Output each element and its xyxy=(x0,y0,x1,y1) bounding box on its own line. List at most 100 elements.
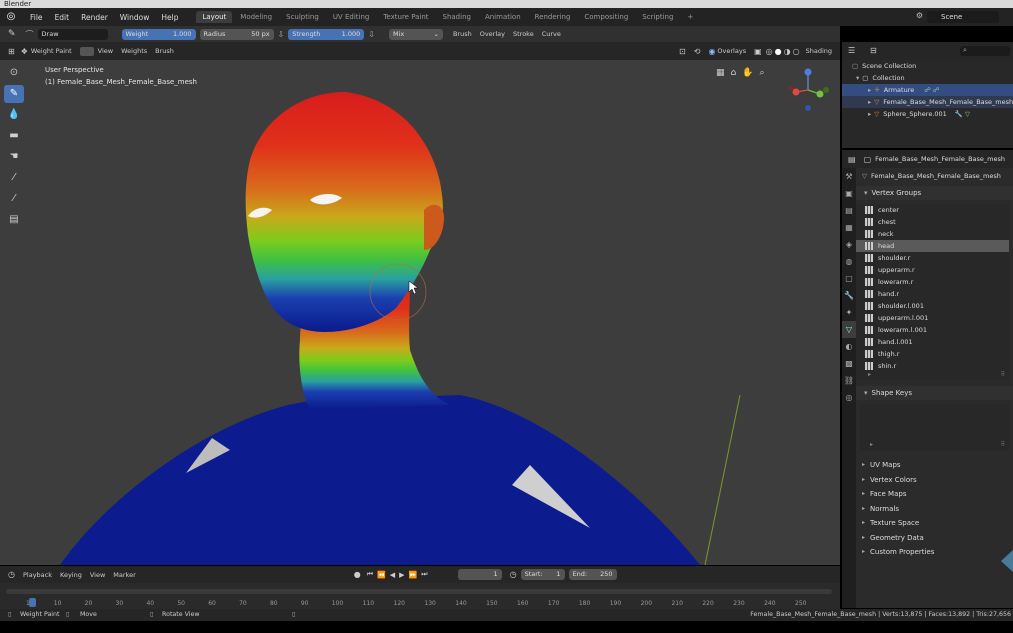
shading-dropdown[interactable]: Shading xyxy=(806,47,832,55)
constraint-tab-icon[interactable]: ⛓ xyxy=(842,372,856,389)
workspace-tab-rendering[interactable]: Rendering xyxy=(529,11,577,23)
overlays-icon[interactable]: ◉ xyxy=(708,47,715,56)
collection-row[interactable]: ▾ ▢ Collection xyxy=(842,72,1013,84)
menu-help[interactable]: Help xyxy=(155,13,184,22)
vertex-group-item-selected[interactable]: head xyxy=(856,240,1009,252)
expand-right-icon[interactable]: ▸ xyxy=(868,84,871,96)
material-tab-icon[interactable]: ◐ xyxy=(842,338,856,355)
tool-tab-icon[interactable]: ⚒ xyxy=(842,168,856,185)
play-reverse-icon[interactable]: ◀ xyxy=(390,571,395,579)
vertex-group-item[interactable]: thigh.r xyxy=(856,348,1009,360)
average-brush-icon[interactable]: ▬ xyxy=(4,127,24,145)
gizmo-neg-x-axis[interactable] xyxy=(788,85,794,91)
outliner-search-input[interactable]: ⌕ xyxy=(960,46,1010,56)
shape-keys-list[interactable]: ▸ ⠿ xyxy=(860,404,1009,450)
select-cursor-icon[interactable]: ⊙ xyxy=(4,64,24,82)
sample-group-icon[interactable]: ⁄ xyxy=(4,190,24,208)
view-layer-tab-icon[interactable]: ▦ xyxy=(842,219,856,236)
uv-maps-panel-header[interactable]: UV Maps xyxy=(856,458,1013,473)
workspace-tab-shading[interactable]: Shading xyxy=(437,11,477,23)
gizmo-z-axis[interactable] xyxy=(804,68,812,76)
display-mode-icon[interactable]: ⊟ xyxy=(870,46,877,55)
curve-menu[interactable]: Curve xyxy=(542,30,561,38)
workspace-tab-sculpting[interactable]: Sculpting xyxy=(280,11,325,23)
jump-keyframe-forward-icon[interactable]: ⏩ xyxy=(409,571,418,579)
blur-brush-icon[interactable]: 💧 xyxy=(4,106,24,124)
gizmo-neg-y-axis[interactable] xyxy=(823,87,829,93)
gizmo-x-axis[interactable] xyxy=(792,88,800,96)
vertex-group-item[interactable]: upperarm.l.001 xyxy=(856,312,1009,324)
preview-range-clock-icon[interactable]: ◷ xyxy=(510,570,517,579)
overlay-menu[interactable]: Overlay xyxy=(480,30,505,38)
playhead-marker[interactable] xyxy=(29,598,36,607)
editor-type-icon[interactable]: ⊞ xyxy=(8,47,15,56)
output-tab-icon[interactable]: ▤ xyxy=(842,202,856,219)
current-frame-field[interactable]: 1 xyxy=(457,569,502,580)
menu-edit[interactable]: Edit xyxy=(49,13,76,22)
rendered-shading-icon[interactable]: ○ xyxy=(793,47,800,56)
jump-start-icon[interactable]: ⏮ xyxy=(367,570,373,579)
vertex-group-item[interactable]: shoulder.l.001 xyxy=(856,300,1009,312)
blender-logo-icon[interactable]: ◎ xyxy=(4,10,18,24)
mesh-data-tab-icon[interactable]: ▽ xyxy=(842,321,856,338)
draw-brush-icon[interactable]: ✎ xyxy=(4,85,24,103)
vertex-groups-list[interactable]: center chest neck head shoulder.r uppera… xyxy=(856,204,1009,380)
list-expand-icon[interactable]: ▸ xyxy=(868,371,871,378)
add-workspace-button[interactable]: + xyxy=(681,11,699,23)
xray-toggle-icon[interactable]: ▣ xyxy=(754,47,762,56)
solid-shading-icon[interactable]: ● xyxy=(775,47,782,56)
radius-pressure-icon[interactable]: ⇩ xyxy=(278,30,285,39)
zoom-icon[interactable]: ⌕ xyxy=(759,68,764,78)
vertex-group-item[interactable]: shoulder.r xyxy=(856,252,1009,264)
scene-icon[interactable]: ⚙ xyxy=(916,11,923,20)
viewport-menu-brush[interactable]: Brush xyxy=(155,47,174,55)
overlays-dropdown[interactable]: Overlays xyxy=(717,47,746,55)
list-resize-handle-icon[interactable]: ⠿ xyxy=(1001,371,1005,378)
timeline-menu-marker[interactable]: Marker xyxy=(113,571,135,579)
vertex-colors-panel-header[interactable]: Vertex Colors xyxy=(856,473,1013,488)
modifier-tab-icon[interactable]: 🔧 xyxy=(842,287,856,304)
outliner-item-female-mesh[interactable]: ▸ ▽ Female_Base_Mesh_Female_Base_mesh xyxy=(842,96,1013,108)
workspace-tab-layout[interactable]: Layout xyxy=(196,11,233,23)
strength-pressure-icon[interactable]: ⇩ xyxy=(368,30,375,39)
end-frame-field[interactable]: End: 250 xyxy=(568,569,617,580)
menu-render[interactable]: Render xyxy=(75,13,114,22)
custom-properties-panel-header[interactable]: Custom Properties xyxy=(856,545,1013,560)
workspace-tab-animation[interactable]: Animation xyxy=(479,11,527,23)
viewport-menu-weights[interactable]: Weights xyxy=(121,47,147,55)
toggle-camera-icon[interactable]: ▦ xyxy=(716,68,725,78)
timeline-menu-keying[interactable]: Keying xyxy=(60,571,82,579)
stroke-menu[interactable]: Stroke xyxy=(513,30,534,38)
gizmo-y-axis[interactable] xyxy=(816,90,824,98)
jump-keyframe-back-icon[interactable]: ⏪ xyxy=(377,571,386,579)
geometry-data-panel-header[interactable]: Geometry Data xyxy=(856,531,1013,546)
vertex-groups-panel-header[interactable]: ▾ Vertex Groups xyxy=(856,186,1013,200)
vertex-group-item[interactable]: upperarm.r xyxy=(856,264,1009,276)
vertex-group-item[interactable]: hand.r xyxy=(856,288,1009,300)
vertex-group-item[interactable]: shin.r xyxy=(856,360,1009,372)
vertex-group-item[interactable]: center xyxy=(856,204,1009,216)
3d-viewport[interactable] xyxy=(0,60,840,565)
expand-right-icon[interactable]: ▸ xyxy=(868,96,871,108)
workspace-tab-scripting[interactable]: Scripting xyxy=(636,11,679,23)
vertex-group-item[interactable]: lowerarm.r xyxy=(856,276,1009,288)
mode-selector[interactable]: Weight Paint xyxy=(31,47,72,55)
weight-slider[interactable]: Weight 1.000 xyxy=(121,28,196,40)
expand-down-icon[interactable]: ▾ xyxy=(856,72,859,84)
menu-window[interactable]: Window xyxy=(114,13,156,22)
texture-space-panel-header[interactable]: Texture Space xyxy=(856,516,1013,531)
timeline-editor-icon[interactable]: ◷ xyxy=(8,570,15,579)
vertex-group-item[interactable]: chest xyxy=(856,216,1009,228)
normals-panel-header[interactable]: Normals xyxy=(856,502,1013,517)
gizmo-neg-z-axis[interactable] xyxy=(805,105,811,111)
list-expand-icon[interactable]: ▸ xyxy=(870,441,873,448)
timeline-menu-playback[interactable]: Playback xyxy=(23,571,52,579)
outliner-item-armature[interactable]: ▸ ✛ Armature ☍ ☍ xyxy=(842,84,1013,96)
shape-keys-panel-header[interactable]: ▾ Shape Keys xyxy=(856,386,1013,400)
sidebar-toggle-arrow-icon[interactable] xyxy=(1001,550,1013,572)
vertex-group-item[interactable]: neck xyxy=(856,228,1009,240)
workspace-tab-compositing[interactable]: Compositing xyxy=(578,11,634,23)
gradient-icon[interactable]: ▤ xyxy=(4,211,24,229)
wireframe-shading-icon[interactable]: ◎ xyxy=(766,47,773,56)
smear-brush-icon[interactable]: ☚ xyxy=(4,148,24,166)
